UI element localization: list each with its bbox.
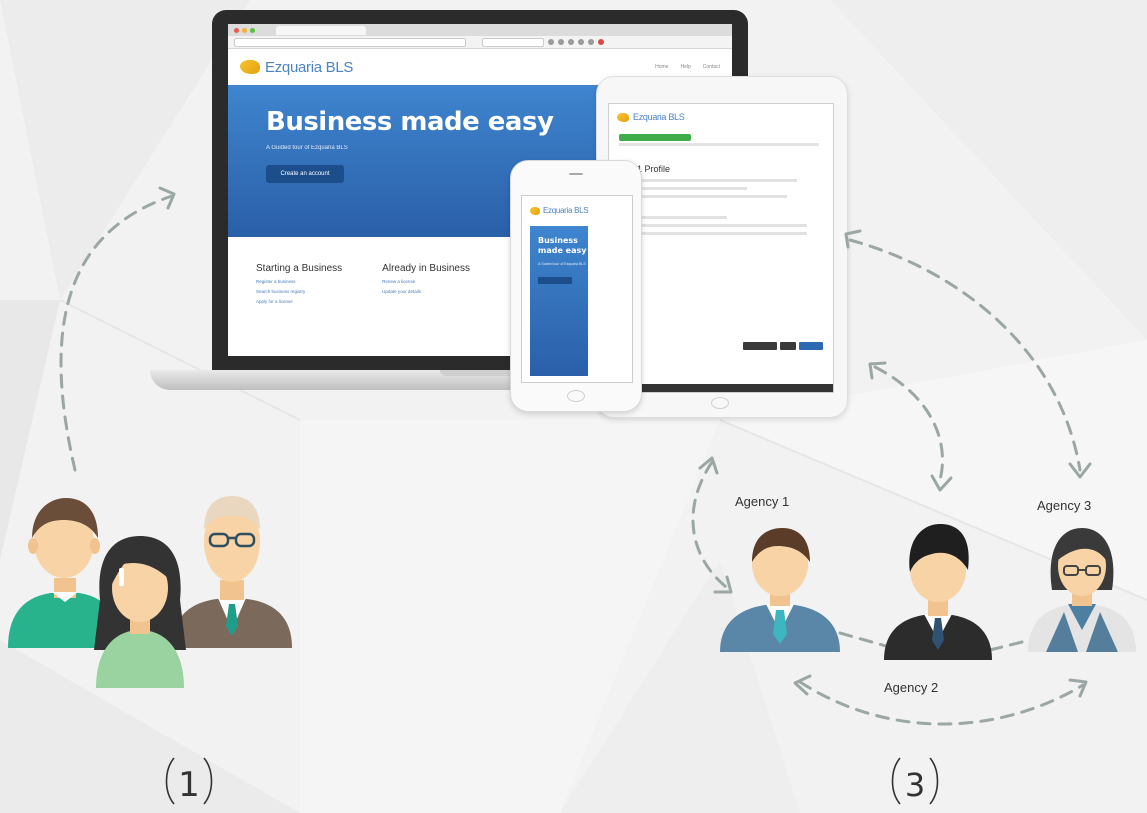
- step-3-label: 3: [905, 766, 925, 804]
- woman-avatar-icon: [94, 536, 186, 688]
- agency-2-label: Agency 2: [884, 680, 939, 695]
- connection-arrows: [59, 186, 1092, 726]
- step-1-label: 1: [178, 765, 200, 805]
- arrowhead-icon: [1068, 678, 1088, 698]
- agency-1-label: Agency 1: [735, 494, 790, 509]
- citizens-group-icon: [8, 496, 292, 688]
- agency-1-avatar-icon: [720, 528, 840, 652]
- arrow-agency3-to-device: [848, 238, 1082, 472]
- old-man-avatar-icon: [172, 496, 292, 648]
- agency-3-avatar-icon: [1028, 528, 1136, 652]
- agency-3-label: Agency 3: [1037, 498, 1092, 513]
- arrow-users-to-laptop: [59, 194, 174, 472]
- arrow-agency1-to-agency3: [798, 680, 1085, 726]
- arrow-agency2-to-device: [873, 365, 944, 482]
- agency-2-avatar-icon: [884, 524, 992, 660]
- agencies-group-icon: [720, 524, 1136, 660]
- arrowhead-icon: [844, 229, 862, 249]
- step-3-marker: 3: [891, 757, 939, 805]
- step-1-marker: 1: [165, 757, 213, 805]
